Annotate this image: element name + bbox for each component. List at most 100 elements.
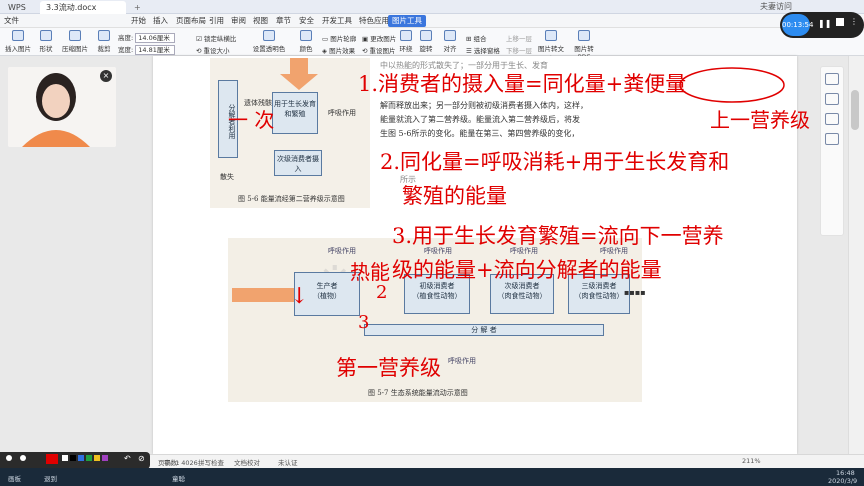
menu-home[interactable]: 开始 xyxy=(131,14,146,28)
taskbar-item-3[interactable]: 童聪 xyxy=(172,473,185,483)
img-to-text-button[interactable]: 图片转文字 xyxy=(537,30,565,63)
ink-line-3: 3.用于生长发育繁殖=流向下一营养 xyxy=(392,224,724,248)
pen-large-icon[interactable] xyxy=(20,455,26,461)
more-icon[interactable]: ⋮ xyxy=(850,17,858,26)
color-purple[interactable] xyxy=(102,455,108,461)
reset-size-button[interactable]: ⟲ 重设大小 xyxy=(196,45,230,55)
ink-line-1b: 上一营养级 xyxy=(710,108,810,132)
image-side-icon[interactable] xyxy=(825,113,839,125)
up-layer-button[interactable]: 上移一层 xyxy=(506,33,532,43)
figure-5-6[interactable]: 分解者利用 遗体残骸 用于生长发育和繁殖 呼吸作用 次级消费者摄入 散失 图 5… xyxy=(210,58,370,208)
crop-side-icon[interactable] xyxy=(825,93,839,105)
energy-arrowhead xyxy=(280,74,318,90)
crop-button[interactable]: 裁剪 xyxy=(94,30,114,54)
color-icon xyxy=(300,30,312,41)
menu-file[interactable]: 文件 xyxy=(4,14,19,28)
height-row: 高度: 14.06厘米 xyxy=(118,32,176,43)
insert-image-label: 插入图片 xyxy=(5,45,31,53)
menu-security[interactable]: 安全 xyxy=(299,14,314,28)
layout-icon[interactable] xyxy=(825,73,839,85)
box-decomposer-57: 分 解 者 xyxy=(364,324,604,336)
menu-features[interactable]: 特色应用 xyxy=(359,14,389,28)
compress-button[interactable]: 压缩图片 xyxy=(62,30,88,54)
caption-5-7: 图 5-7 生态系统能量流动示意图 xyxy=(368,389,468,397)
effect-button[interactable]: ◈ 图片效果 xyxy=(322,45,355,55)
body-line-4: 生图 5-6所示的变化。能量在第三、第四营养级的变化， xyxy=(380,129,580,138)
clock-time: 16:48 xyxy=(836,469,855,477)
tab-wps[interactable]: WPS xyxy=(2,1,38,14)
tertiary-sub: （肉食性动物） xyxy=(574,292,624,300)
transparent-button[interactable]: 设置透明色 xyxy=(244,30,294,54)
caption-5-6: 图 5-6 能量流经第二营养级示意图 xyxy=(238,195,345,203)
scrollbar-thumb[interactable] xyxy=(851,90,859,130)
stop-icon[interactable] xyxy=(836,18,844,26)
wrap-button[interactable]: 环绕 xyxy=(398,30,414,54)
menu-review[interactable]: 审阅 xyxy=(231,14,246,28)
align-button[interactable]: 对齐 xyxy=(442,30,458,54)
taskbar: 画板 退到 童聪 16:48 2020/3/9 xyxy=(0,468,864,486)
ink-down-arrow: ↓ xyxy=(290,284,309,309)
menu-picture-tools[interactable]: 图片工具 xyxy=(388,15,426,27)
color-white[interactable] xyxy=(62,455,68,461)
spell-check[interactable]: 拼写检查 xyxy=(198,457,224,467)
shape-button[interactable]: 形状 xyxy=(36,30,56,54)
menu-reference[interactable]: 引用 xyxy=(209,14,224,28)
ink-number-3: 3 xyxy=(358,312,370,333)
clear-icon[interactable]: ⊘ xyxy=(138,454,145,463)
up-layer-label: 上移一层 xyxy=(506,35,532,43)
width-input[interactable]: 14.81厘米 xyxy=(135,45,176,55)
pause-icon[interactable]: ❚❚ xyxy=(818,19,831,28)
doc-proof[interactable]: 文档校对 xyxy=(234,457,260,467)
color-button[interactable]: 颜色 xyxy=(296,30,316,54)
shape-icon xyxy=(40,30,52,41)
color-label: 颜色 xyxy=(299,45,313,53)
menu-insert[interactable]: 插入 xyxy=(153,14,168,28)
insert-image-button[interactable]: 插入图片 xyxy=(4,30,32,54)
outline-button[interactable]: ▭ 图片轮廓 xyxy=(322,33,356,43)
user-label[interactable]: 夫妻访问 xyxy=(760,1,792,12)
ink-heat: 热能 xyxy=(350,260,390,284)
change-image-button[interactable]: ▣ 更改图片 xyxy=(362,33,396,43)
menu-view[interactable]: 视图 xyxy=(253,14,268,28)
close-icon[interactable]: × xyxy=(100,70,112,82)
secondary-sub: （肉食性动物） xyxy=(497,292,547,300)
webcam-overlay[interactable] xyxy=(8,67,116,147)
color-black[interactable] xyxy=(70,455,76,461)
ellipsis: ▪▪▪▪ xyxy=(624,288,646,297)
align-icon xyxy=(444,30,456,41)
color-red-selected[interactable] xyxy=(46,454,58,464)
primary-sub: （植食性动物） xyxy=(412,292,462,300)
taskbar-item-1[interactable]: 画板 xyxy=(8,473,21,483)
color-blue[interactable] xyxy=(78,455,84,461)
select-pane-button[interactable]: ☰ 选择窗格 xyxy=(466,45,500,55)
effect-label: 图片效果 xyxy=(329,47,356,55)
menu-chapter[interactable]: 章节 xyxy=(276,14,291,28)
lock-ratio-checkbox[interactable]: ☑ 锁定纵横比 xyxy=(196,33,236,43)
menu-developer[interactable]: 开发工具 xyxy=(322,14,352,28)
ink-line-3b: 级的能量+流向分解者的能量 xyxy=(392,258,662,282)
new-tab-button[interactable]: + xyxy=(128,1,142,14)
zoom-side-icon[interactable] xyxy=(825,133,839,145)
img-to-pdf-button[interactable]: 图片转PDF xyxy=(570,30,598,61)
reset-image-button[interactable]: ⟲ 重设图片 xyxy=(362,45,396,55)
down-layer-button[interactable]: 下移一层 xyxy=(506,45,532,55)
pdf-icon xyxy=(578,30,590,41)
color-green[interactable] xyxy=(86,455,92,461)
tab-document[interactable]: 3.3流动.docx xyxy=(40,1,126,14)
zoom-level[interactable]: 211% xyxy=(742,457,761,465)
pen-small-icon[interactable] xyxy=(6,455,12,461)
undo-icon[interactable]: ↶ xyxy=(124,454,131,463)
rotate-button[interactable]: 旋转 xyxy=(418,30,434,54)
color-yellow[interactable] xyxy=(94,455,100,461)
combine-button[interactable]: ⊞ 组合 xyxy=(466,33,487,43)
taskbar-item-2[interactable]: 退到 xyxy=(44,473,57,483)
transparent-icon xyxy=(263,30,275,41)
menu-layout[interactable]: 页面布局 xyxy=(176,14,206,28)
height-input[interactable]: 14.06厘米 xyxy=(135,33,176,43)
presenter-avatar xyxy=(8,67,116,147)
width-label: 宽度: xyxy=(118,46,134,54)
side-toolbar xyxy=(820,66,844,236)
crop-icon xyxy=(98,30,110,41)
ink-circle xyxy=(679,67,785,103)
certification[interactable]: 未认证 xyxy=(278,457,298,467)
